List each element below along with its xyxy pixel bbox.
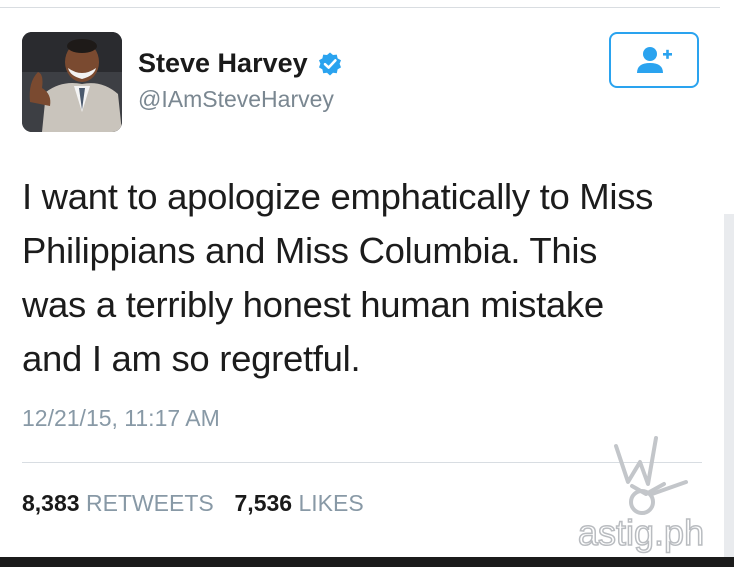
- avatar[interactable]: [22, 32, 122, 132]
- tweet-timestamp[interactable]: 12/21/15, 11:17 AM: [22, 405, 220, 432]
- add-user-icon: [637, 47, 672, 73]
- author-handle[interactable]: @IAmSteveHarvey: [138, 86, 334, 113]
- watermark-text: astig.ph: [577, 511, 705, 554]
- tweet-text-line: was a terribly honest human mistake: [22, 284, 604, 325]
- tweet-stats: 8,383 RETWEETS 7,536 LIKES: [22, 490, 364, 517]
- bottom-bar: [0, 557, 734, 567]
- verified-badge-icon: [318, 52, 341, 75]
- top-divider: [0, 7, 720, 8]
- retweets-count[interactable]: 8,383: [22, 490, 80, 516]
- likes-label[interactable]: LIKES: [298, 490, 363, 516]
- follow-button[interactable]: [609, 32, 699, 88]
- author-name-row[interactable]: Steve Harvey: [138, 48, 343, 79]
- profile-photo: [22, 32, 122, 132]
- tweet-text-line: and I am so regretful.: [22, 338, 361, 379]
- tweet-text-line: I want to apologize emphatically to Miss: [22, 176, 654, 217]
- likes-count[interactable]: 7,536: [235, 490, 293, 516]
- tweet-text: I want to apologize emphatically to Miss…: [22, 170, 712, 386]
- tweet-text-line: Philippians and Miss Columbia. This: [22, 230, 598, 271]
- author-display-name[interactable]: Steve Harvey: [138, 48, 308, 79]
- retweets-label[interactable]: RETWEETS: [86, 490, 214, 516]
